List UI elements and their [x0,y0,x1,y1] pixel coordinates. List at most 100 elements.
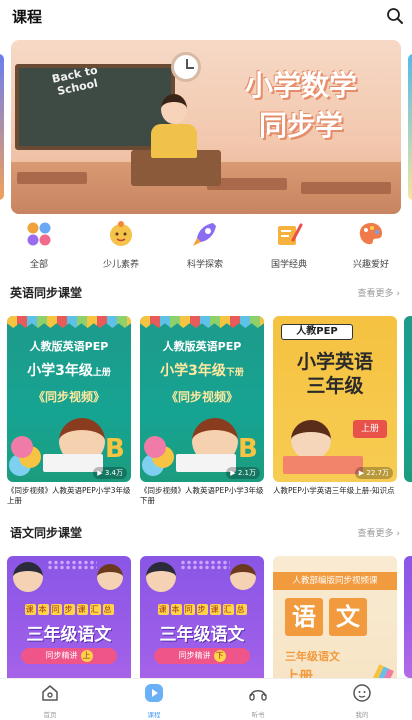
thumb-char: 步 [196,604,208,615]
thumb-char: 课 [76,604,88,615]
banner-headline-line1: 小学数学 [244,69,357,102]
nav-item-profile[interactable]: 我的 [332,683,392,719]
thumb-publisher: 人教版英语PEP [162,340,242,353]
thumb-char: 总 [102,604,114,615]
thumb-publisher: 人教版英语PEP [29,340,109,353]
thumb-grade-volume: 下册 [225,368,244,378]
nav-label: 听书 [251,711,265,719]
thumb-grade-main: 小学3年级 [160,363,226,379]
bottom-nav: 首页 课程 听书 我的 [0,678,412,720]
next-card-peek[interactable] [404,556,412,678]
banner-headline: 小学数学 同步学 [211,66,391,146]
category-hobbies[interactable]: 兴趣爱好 [336,220,406,270]
thumb-char-row: 课本同步课汇总 [7,604,131,615]
thumb-char: 步 [63,604,75,615]
thumb-grade: 小学3年级上册 [7,360,131,380]
thumb-block-char: 文 [329,598,367,636]
clock-icon [171,52,201,82]
course-thumbnail[interactable]: 课本同步课汇总 三年级语文 同步精讲下 [140,556,264,678]
category-science[interactable]: 科学探索 [170,220,240,270]
course-card[interactable]: 人教版英语PEP 小学3年级上册 《同步视频》 B ▶ 3.4万 《同步视频》人… [7,316,131,506]
boy-illustration [146,562,176,592]
girl-illustration [230,564,256,590]
course-title[interactable]: 《同步视频》人教英语PEP小学3年级上册 [7,486,131,506]
thumb-title: 三年级语文 [159,625,245,645]
view-count: ▶ 3.4万 [93,467,127,479]
nav-item-audiobooks[interactable]: 听书 [228,683,288,719]
course-card[interactable]: 课本同步课汇总 三年级语文 同步精讲上 [7,556,131,678]
banner-prev-peek[interactable] [0,54,4,200]
category-chinese-classics[interactable]: 国学经典 [254,220,324,270]
course-thumbnail[interactable]: 人教PEP 小学英语 三年级 上册 ▶ 22.7万 [273,316,397,482]
view-more-link[interactable]: 查看更多 › [358,286,400,299]
english-course-row[interactable]: 人教版英语PEP 小学3年级上册 《同步视频》 B ▶ 3.4万 《同步视频》人… [0,316,412,512]
section-title: 语文同步课堂 [10,526,83,540]
banner-carousel[interactable]: Back to School 小学数学 同步学 [0,40,412,214]
view-count-value: 22.7万 [366,469,389,477]
child-face-icon [110,221,132,246]
view-count-value: 2.1万 [237,469,256,477]
view-count: ▶ 2.1万 [226,467,260,479]
thumb-tag: 人教PEP [281,324,353,340]
course-title[interactable]: 人教PEP小学英语三年级上册-知识点 [273,486,397,506]
thumb-char: 课 [157,604,169,615]
dots-decoration [47,560,97,570]
category-bar: 全部 少儿素养 科学探索 国学经典 兴趣爱好 [0,220,412,274]
course-play-icon [145,684,163,702]
chinese-course-row[interactable]: 课本同步课汇总 三年级语文 同步精讲上 课本同步课汇总 三年级语文 同步精讲下 … [0,556,412,678]
english-section-header: 英语同步课堂 查看更多 › [0,284,412,304]
volume-badge: 上 [80,650,93,662]
balloons-decoration [144,436,166,458]
search-icon[interactable] [386,7,404,25]
dots-decoration [180,560,230,570]
profile-icon [353,684,371,702]
thumb-pill: 同步精讲下 [154,648,250,664]
banner-next-peek[interactable] [408,54,412,200]
thumb-subtitle: 《同步视频》 [165,390,238,404]
nav-item-home[interactable]: 首页 [20,683,80,719]
thumb-grade: 小学3年级下册 [140,360,264,380]
girl-illustration [291,420,331,460]
course-title[interactable]: 《同步视频》人教英语PEP小学3年级下册 [140,486,264,506]
course-card[interactable]: 人教版英语PEP 小学3年级下册 《同步视频》 B ▶ 2.1万 《同步视频》人… [140,316,264,506]
category-label: 国学经典 [270,260,307,270]
course-card[interactable]: 人教PEP 小学英语 三年级 上册 ▶ 22.7万 人教PEP小学英语三年级上册… [273,316,397,506]
nav-item-courses[interactable]: 课程 [124,683,184,719]
thumb-grade-volume: 上册 [92,368,111,378]
thumb-char: 本 [37,604,49,615]
course-thumbnail[interactable]: 人教版英语PEP 小学3年级下册 《同步视频》 B ▶ 2.1万 [140,316,264,482]
thumb-char: 同 [50,604,62,615]
view-count-value: 3.4万 [104,469,123,477]
thumb-char: 汇 [222,604,234,615]
course-thumbnail[interactable]: 人教部编版同步视频课 语文 三年级语文 上册 [273,556,397,678]
nav-label: 课程 [147,711,161,719]
teacher-head [161,94,187,124]
course-thumbnail[interactable]: 课本同步课汇总 三年级语文 同步精讲上 [7,556,131,678]
nav-label: 我的 [355,711,369,719]
thumb-pill-label: 同步精讲 [45,651,78,660]
headphones-icon [249,690,267,701]
next-card-peek[interactable] [404,316,412,482]
category-label: 全部 [29,260,48,270]
category-children-literacy[interactable]: 少儿素养 [86,220,156,270]
course-thumbnail[interactable]: 人教版英语PEP 小学3年级上册 《同步视频》 B ▶ 3.4万 [7,316,131,482]
palette-icon [359,223,382,245]
banner-headline-line2: 同步学 [258,109,343,142]
letter-decoration: B [238,434,258,464]
thumb-title-line2: 三年级 [306,375,364,397]
category-all[interactable]: 全部 [4,220,74,270]
course-card[interactable]: 课本同步课汇总 三年级语文 同步精讲下 [140,556,264,678]
volume-badge: 上册 [353,420,387,438]
classroom-desk [301,182,391,194]
app-header: 课程 [0,0,412,34]
thumb-title: 小学英语 三年级 [273,350,397,398]
banner-slide[interactable]: Back to School 小学数学 同步学 [11,40,401,214]
grid-icon [27,222,51,246]
thumb-title-blocks: 语文 [285,598,373,636]
thumb-title: 三年级语文 [26,625,112,645]
course-card[interactable]: 人教部编版同步视频课 语文 三年级语文 上册 [273,556,397,678]
thumb-char: 汇 [89,604,101,615]
view-more-link[interactable]: 查看更多 › [358,526,400,539]
pencils-decoration [364,664,394,678]
thumb-title-line1: 小学英语 [296,351,373,373]
